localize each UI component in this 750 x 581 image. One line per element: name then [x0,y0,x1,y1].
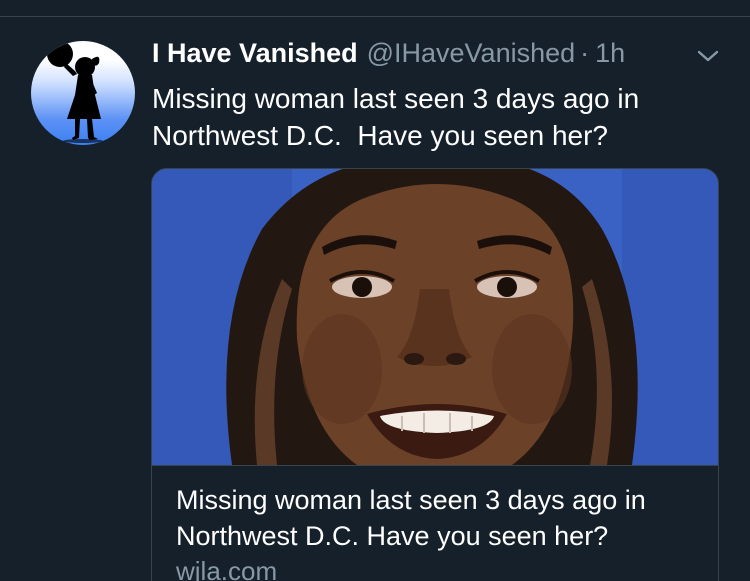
chevron-down-icon [697,50,719,62]
card-photo [152,169,718,465]
timestamp[interactable]: 1h [595,38,625,69]
user-handle[interactable]: @IHaveVanished [367,38,576,69]
card-divider [152,465,718,466]
card-domain: wjla.com [176,556,278,581]
separator-dot: · [580,38,590,68]
link-card[interactable]: Missing woman last seen 3 days ago in No… [151,168,719,581]
tweet-menu-button[interactable] [694,46,722,66]
avatar[interactable] [31,41,135,145]
card-title: Missing woman last seen 3 days ago in No… [176,485,646,551]
display-name[interactable]: I Have Vanished [152,38,358,69]
girl-silhouette-icon [47,41,103,143]
tweet-header: I Have Vanished @IHaveVanished · 1h [152,38,625,74]
top-divider [0,16,750,17]
tweet-text: Missing woman last seen 3 days ago in No… [152,83,647,151]
